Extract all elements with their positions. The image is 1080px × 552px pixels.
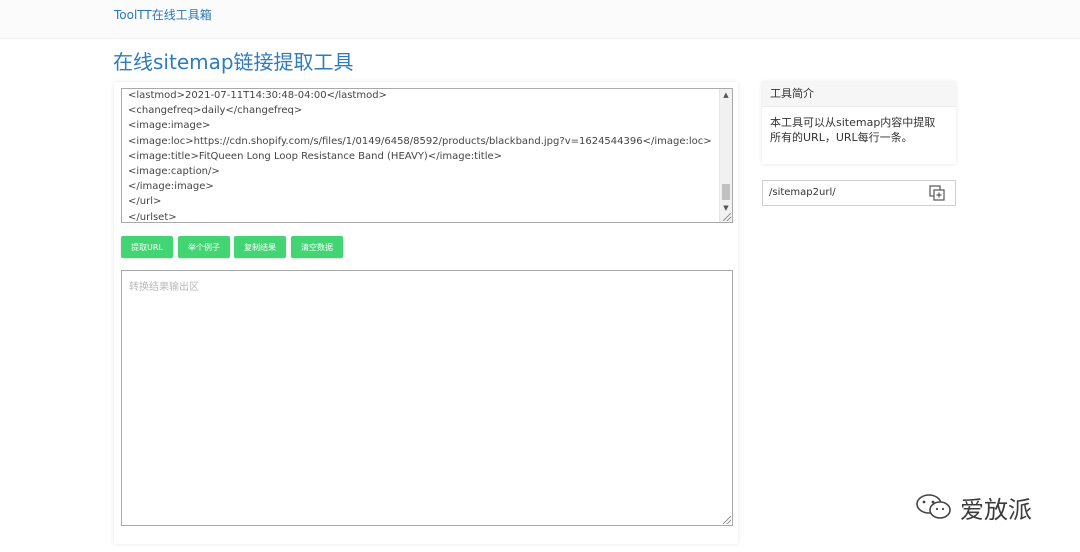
tool-intro-description: 本工具可以从sitemap内容中提取 所有的URL，URL每行一条。 [762, 107, 956, 145]
resize-grip-icon[interactable] [723, 516, 731, 524]
input-scrollbar[interactable]: ▲ ▼ [719, 89, 732, 222]
input-line: <changefreq>daily</changefreq> [128, 105, 303, 117]
tool-intro-line: 所有的URL，URL每行一条。 [770, 131, 913, 144]
input-line: <image:title>FitQueen Long Loop Resistan… [128, 150, 503, 162]
clear-data-button[interactable]: 清空数据 [291, 236, 343, 258]
top-navbar: ToolTT在线工具箱 [0, 0, 1080, 39]
watermark-text: 爱放派 [960, 496, 1032, 524]
scroll-up-icon[interactable]: ▲ [720, 89, 732, 101]
input-line: <image:image> [128, 120, 211, 132]
copy-result-button[interactable]: 复制结果 [234, 236, 286, 258]
output-placeholder: 转换结果输出区 [129, 282, 199, 293]
tool-url-path: /sitemap2url/ [769, 187, 836, 198]
tool-intro-line: 本工具可以从sitemap内容中提取 [770, 116, 936, 129]
tool-intro-title: 工具简介 [762, 82, 956, 107]
wechat-icon [916, 494, 951, 519]
brand-link[interactable]: ToolTT在线工具箱 [114, 6, 212, 23]
sitemap-input-textarea[interactable]: <lastmod>2021-07-11T14:30:48-04:00</last… [121, 88, 733, 223]
sitemap-input-content[interactable]: <lastmod>2021-07-11T14:30:48-04:00</last… [128, 89, 716, 223]
input-line: <image:caption/> [128, 165, 220, 177]
input-line: <image:loc>https://cdn.shopify.com/s/fil… [128, 135, 712, 147]
copy-add-icon[interactable] [929, 185, 945, 201]
input-line: </image:image> [128, 181, 214, 193]
input-line: </url> [128, 196, 162, 208]
input-line: <lastmod>2021-07-11T14:30:48-04:00</last… [128, 90, 387, 101]
scroll-thumb[interactable] [722, 184, 730, 200]
resize-grip-icon[interactable] [723, 213, 731, 221]
tool-intro-panel: 工具简介 本工具可以从sitemap内容中提取 所有的URL，URL每行一条。 [762, 82, 956, 164]
extract-url-button[interactable]: 提取URL [121, 236, 173, 258]
example-button[interactable]: 举个例子 [178, 236, 230, 258]
input-line: </urlset> [128, 211, 177, 223]
tool-url-box[interactable]: /sitemap2url/ [762, 180, 956, 206]
result-output-textarea[interactable]: 转换结果输出区 [121, 270, 733, 526]
main-panel: <lastmod>2021-07-11T14:30:48-04:00</last… [114, 82, 738, 544]
page-title: 在线sitemap链接提取工具 [113, 50, 354, 74]
